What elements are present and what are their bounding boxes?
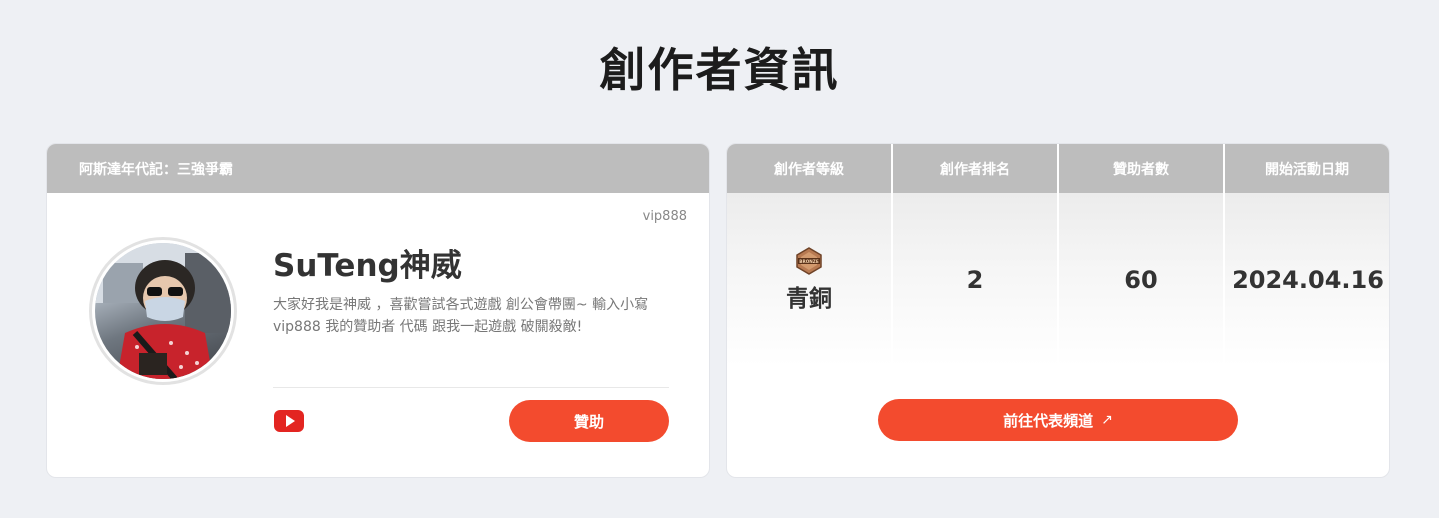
bronze-badge-icon: BRONZE (796, 246, 822, 275)
page-title: 創作者資訊 (599, 43, 840, 97)
creator-level: 青銅 (786, 285, 832, 312)
sponsor-count: 60 (1124, 265, 1158, 294)
go-to-channel-button[interactable]: 前往代表頻道 ↗ (878, 399, 1238, 441)
game-title-header: 阿斯達年代記：三強爭霸 (47, 144, 709, 193)
stats-header-start-date: 開始活動日期 (1225, 144, 1389, 193)
creator-user-id: vip888 (642, 209, 687, 224)
creator-rank: 2 (966, 265, 984, 294)
stats-header-sponsors: 贊助者數 (1059, 144, 1225, 193)
stats-cell-sponsors: 60 (1059, 193, 1225, 366)
stats-cell-start-date: 2024.04.16 (1225, 193, 1389, 366)
avatar (89, 237, 237, 385)
stats-header-level: 創作者等級 (727, 144, 893, 193)
badge-text: BRONZE (799, 259, 819, 264)
stats-header-rank: 創作者排名 (893, 144, 1059, 193)
stats-cell-rank: 2 (893, 193, 1059, 366)
sponsor-button[interactable]: 贊助 (509, 400, 669, 442)
youtube-icon[interactable] (274, 410, 304, 432)
creator-bio: 大家好我是神威 ，喜歡嘗試各式遊戲 創公會帶團~ 輸入小寫 vip888 我的贊… (273, 297, 649, 335)
creator-name: SuTeng神威 (273, 248, 462, 284)
start-date: 2024.04.16 (1232, 265, 1384, 294)
divider (273, 387, 669, 388)
avatar-image (95, 243, 231, 379)
stats-cell-level: BRONZE 青銅 (727, 193, 893, 366)
external-link-icon: ↗ (1101, 412, 1113, 428)
creator-profile-card: 阿斯達年代記：三強爭霸 vip888 SuTeng神威 大家好我是神威 ，喜歡嘗… (46, 143, 710, 478)
channel-button-label: 前往代表頻道 (1003, 411, 1094, 430)
creator-stats-card: 創作者等級 創作者排名 贊助者數 開始活動日期 BRONZE 青銅 2 60 2… (726, 143, 1390, 478)
stats-table: 創作者等級 創作者排名 贊助者數 開始活動日期 BRONZE 青銅 2 60 2… (727, 144, 1389, 366)
